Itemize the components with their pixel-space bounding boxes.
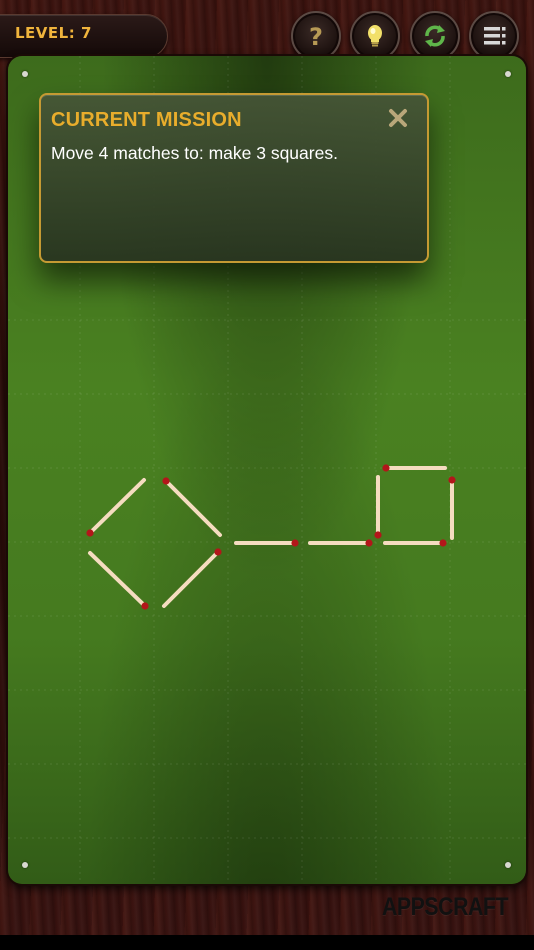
matchstick[interactable] <box>374 475 382 539</box>
mission-close-button[interactable] <box>385 105 411 131</box>
matchstick[interactable] <box>86 478 146 537</box>
close-icon <box>389 109 407 127</box>
matchstick[interactable] <box>162 548 222 608</box>
mission-title: CURRENT MISSION <box>51 109 242 131</box>
matchstick[interactable] <box>234 539 299 547</box>
matchstick[interactable] <box>382 464 447 472</box>
matchstick[interactable] <box>162 477 222 537</box>
bottom-bar <box>0 935 534 950</box>
matchstick[interactable] <box>308 539 373 547</box>
matchstick[interactable] <box>383 539 447 547</box>
brand-logo: APPSCRAFT <box>382 893 509 921</box>
mission-text: Move 4 matches to: make 3 squares. <box>51 143 338 163</box>
matchstick[interactable] <box>88 551 149 610</box>
matchstick[interactable] <box>448 476 456 540</box>
mission-panel: CURRENT MISSION Move 4 matches to: make … <box>39 93 429 263</box>
